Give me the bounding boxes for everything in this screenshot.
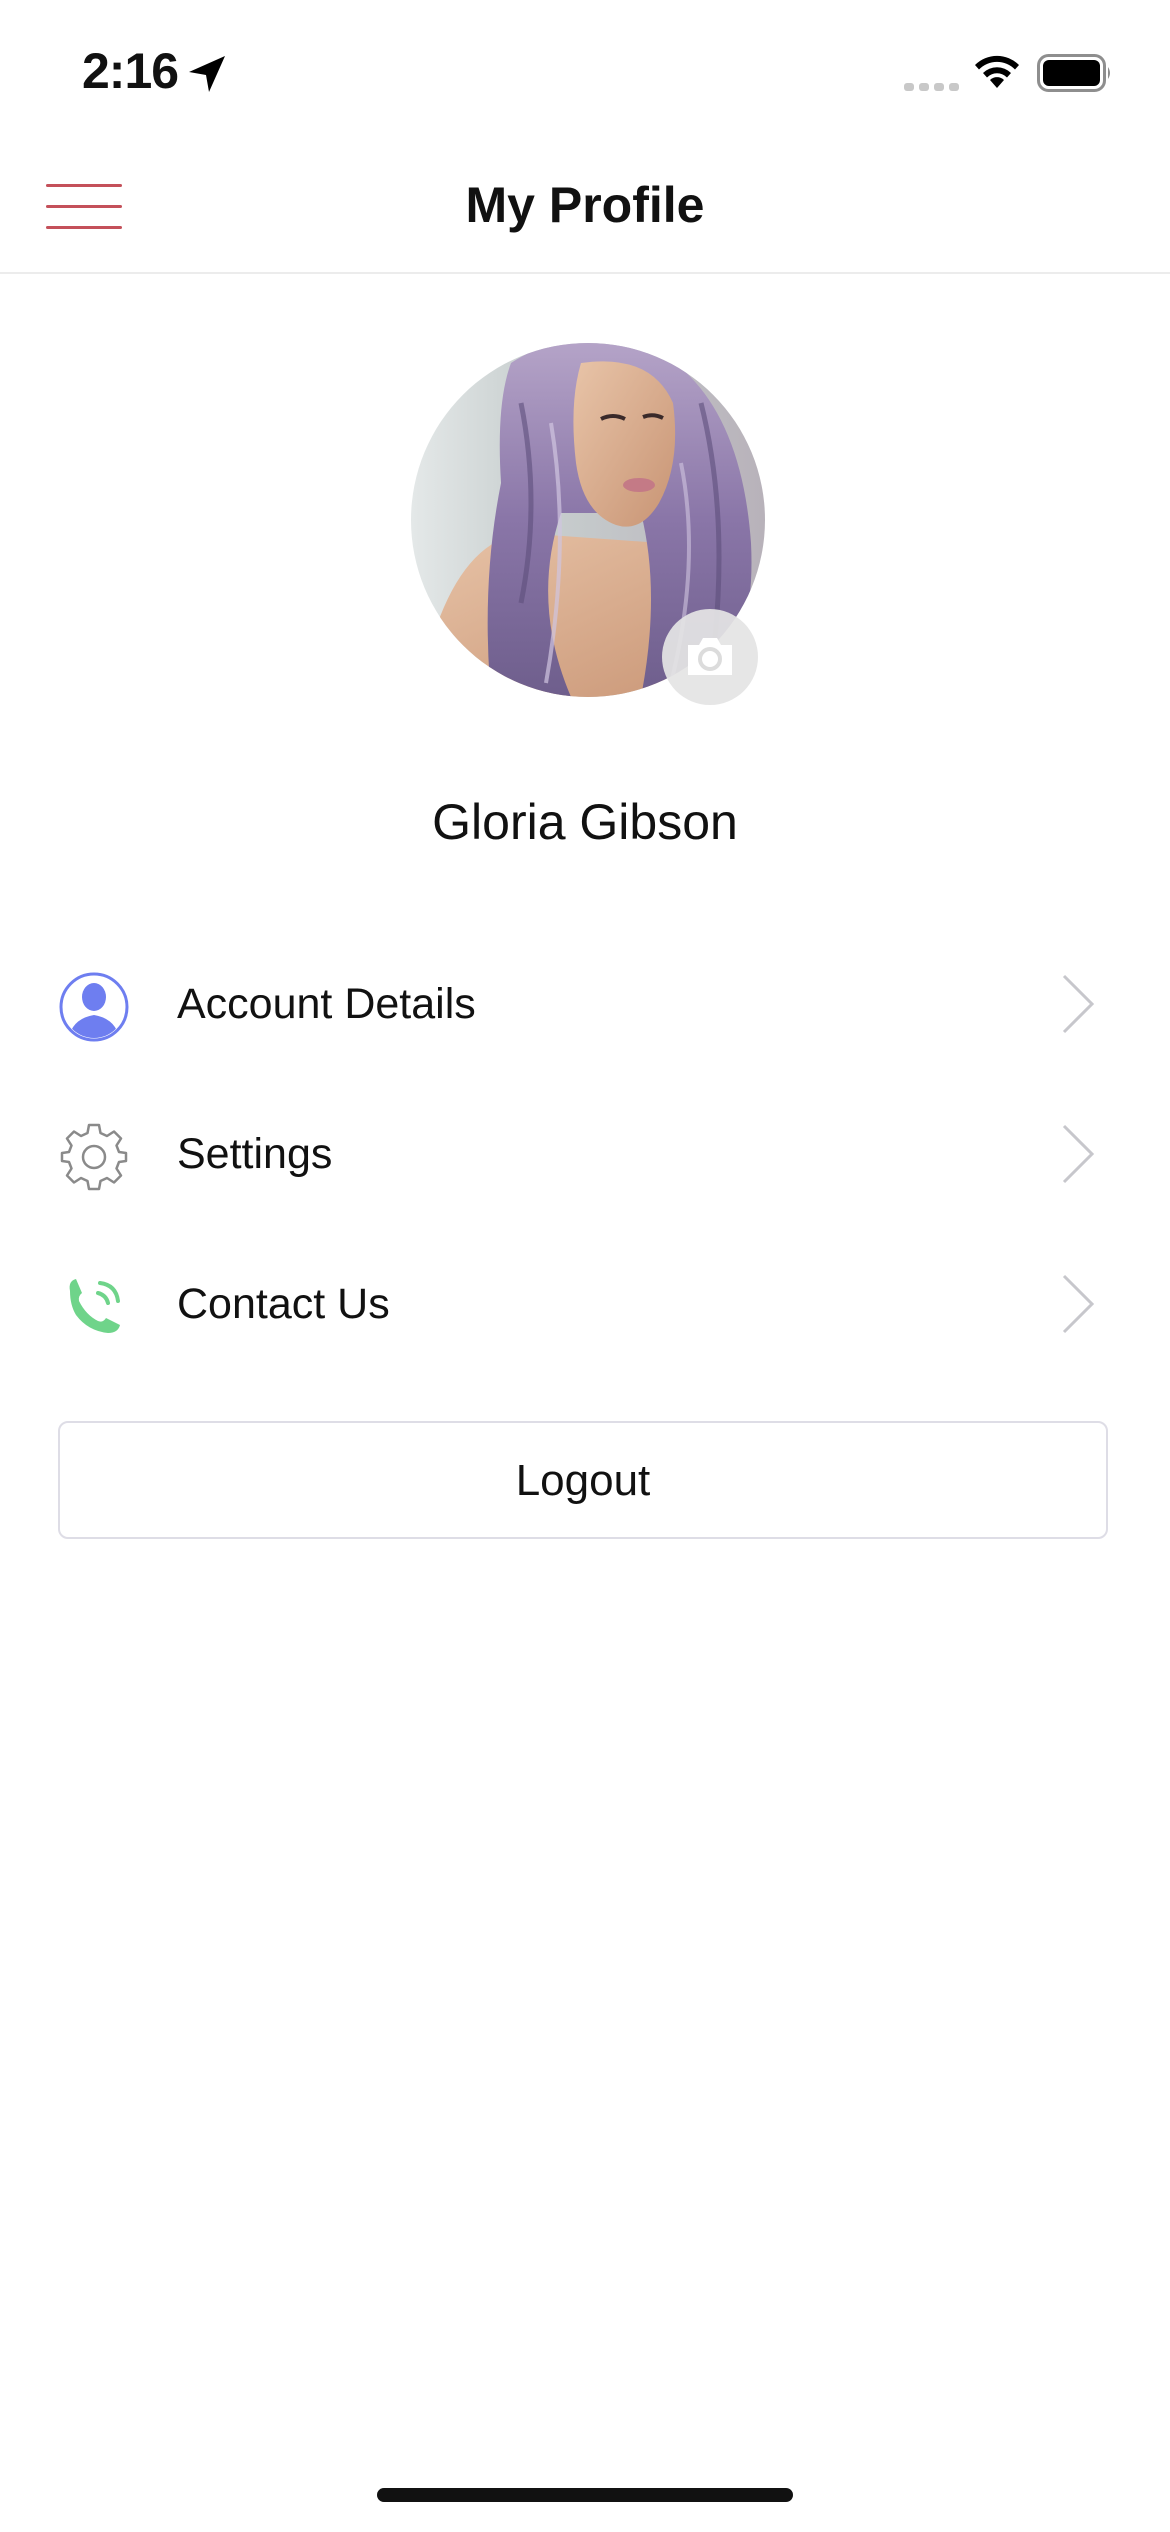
logout-button[interactable]: Logout [58, 1421, 1108, 1539]
menu-item-contact-us[interactable]: Contact Us [0, 1230, 1170, 1380]
wifi-icon [975, 55, 1019, 88]
battery-icon [1037, 54, 1110, 92]
cellular-signal-icon [904, 83, 959, 91]
profile-screen: 2:16 My Profile Gloria Gibson Account De… [0, 0, 1170, 2532]
page-title: My Profile [465, 177, 705, 233]
chevron-right-icon [1062, 974, 1095, 1034]
location-arrow-icon [189, 56, 225, 92]
chevron-right-icon [1062, 1274, 1095, 1334]
menu-item-label: Contact Us [177, 1280, 390, 1328]
gear-icon [60, 1123, 128, 1191]
profile-name: Gloria Gibson [432, 794, 738, 850]
logout-label: Logout [515, 1456, 651, 1505]
home-indicator[interactable] [377, 2488, 793, 2502]
menu-item-label: Settings [177, 1130, 333, 1178]
menu-item-settings[interactable]: Settings [0, 1080, 1170, 1230]
user-icon [59, 972, 129, 1042]
menu-item-label: Account Details [177, 980, 476, 1028]
chevron-right-icon [1062, 1124, 1095, 1184]
status-bar: 2:16 [0, 0, 1170, 140]
nav-bar: My Profile [0, 140, 1170, 274]
phone-icon [69, 1279, 120, 1333]
camera-icon [688, 638, 732, 675]
menu-item-account-details[interactable]: Account Details [0, 930, 1170, 1080]
change-photo-button[interactable] [662, 609, 758, 705]
status-time: 2:16 [82, 43, 179, 99]
